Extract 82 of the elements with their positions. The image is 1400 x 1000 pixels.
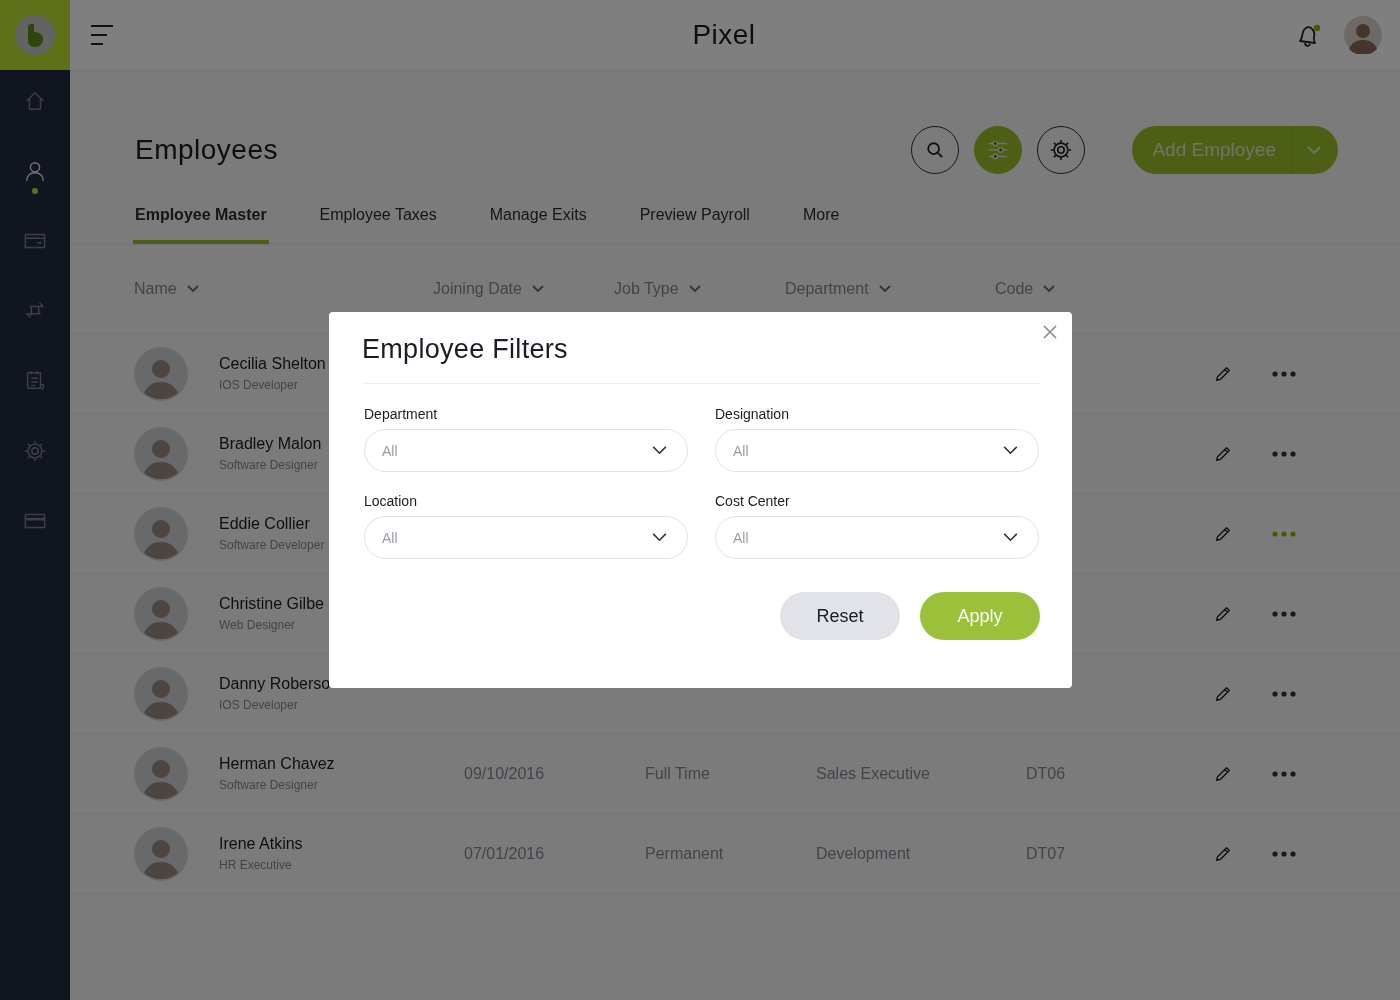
employee-name[interactable]: Bradley Malon — [219, 435, 322, 453]
tab[interactable]: Employee Master — [133, 206, 269, 244]
column-header[interactable]: Name — [134, 280, 433, 298]
column-header[interactable]: Department — [785, 280, 995, 298]
avatar — [134, 426, 188, 481]
employee-name[interactable]: Christine Gilbe — [219, 595, 324, 613]
filter-sliders-button[interactable] — [974, 126, 1023, 174]
sort-caret-icon — [531, 285, 544, 293]
chevron-down-icon — [1003, 446, 1018, 455]
chevron-down-icon — [652, 533, 667, 542]
employee-designation: Web Designer — [219, 618, 295, 632]
more-options-icon[interactable] — [1272, 370, 1296, 377]
field-label: Designation — [715, 406, 790, 422]
table-cell: Sales Executive — [816, 764, 930, 782]
more-options-icon[interactable] — [1272, 610, 1296, 617]
reset-button[interactable]: Reset — [780, 592, 900, 640]
avatar — [134, 506, 188, 561]
table-cell: 09/10/2016 — [464, 764, 545, 782]
caret-icon — [1307, 146, 1321, 154]
avatar — [134, 346, 188, 401]
more-options-icon[interactable] — [1272, 770, 1296, 777]
user-avatar[interactable] — [1344, 16, 1382, 54]
table-cell: DT07 — [1026, 844, 1066, 862]
employee-name[interactable]: Herman Chavez — [219, 755, 335, 773]
more-options-icon[interactable] — [1272, 850, 1296, 857]
close-icon[interactable] — [1043, 325, 1057, 339]
employee-designation: IOS Developer — [219, 698, 298, 712]
gear-icon — [24, 440, 46, 462]
edit-pencil-icon[interactable] — [1214, 764, 1232, 783]
table-cell: Permanent — [645, 844, 724, 862]
avatar — [134, 666, 188, 721]
edit-pencil-icon[interactable] — [1214, 524, 1232, 543]
more-options-icon[interactable] — [1272, 690, 1296, 697]
person-icon — [24, 160, 46, 182]
sort-caret-icon — [186, 285, 199, 293]
edit-pencil-icon[interactable] — [1214, 684, 1232, 703]
edit-pencil-icon[interactable] — [1214, 364, 1232, 383]
chevron-down-icon — [1003, 533, 1018, 542]
tab[interactable]: Employee Taxes — [317, 206, 439, 244]
field-label: Cost Center — [715, 493, 791, 509]
employee-name[interactable]: Eddie Collier — [219, 515, 310, 533]
home-icon — [24, 90, 46, 112]
field-label: Department — [364, 406, 439, 422]
table-cell: DT06 — [1026, 764, 1066, 782]
employee-designation: Software Developer — [219, 538, 325, 552]
avatar — [134, 746, 188, 801]
table-cell: Full Time — [645, 764, 710, 782]
column-header[interactable]: Joining Date — [433, 280, 614, 298]
edit-pencil-icon[interactable] — [1214, 444, 1232, 463]
employee-designation: IOS Developer — [219, 378, 298, 392]
avatar — [134, 826, 188, 881]
employee-name[interactable]: Danny Roberso — [219, 675, 331, 693]
column-header[interactable]: Job Type — [614, 280, 785, 298]
column-header[interactable]: Code — [995, 280, 1095, 298]
sort-caret-icon — [878, 285, 891, 293]
search-icon — [926, 141, 945, 159]
page-title: Employees — [135, 134, 279, 166]
employee-designation: HR Executive — [219, 858, 292, 872]
tab[interactable]: More — [800, 206, 842, 244]
tab[interactable]: Preview Payroll — [637, 206, 752, 244]
more-options-icon[interactable] — [1272, 450, 1296, 457]
chevron-down-icon — [652, 446, 667, 455]
employee-designation: Software Designer — [219, 778, 318, 792]
edit-pencil-icon[interactable] — [1214, 844, 1232, 863]
app-title: Pixel — [691, 19, 757, 51]
dialog-title: Employee Filters — [362, 334, 1040, 384]
edit-pencil-icon[interactable] — [1214, 604, 1232, 623]
table-cell: Development — [816, 844, 911, 862]
tab[interactable]: Manage Exits — [487, 206, 589, 244]
table-cell: 07/01/2016 — [464, 844, 545, 862]
gear-icon — [1050, 139, 1073, 161]
logo-icon — [15, 15, 55, 55]
menu-icon[interactable] — [90, 24, 114, 46]
avatar — [134, 586, 188, 641]
employee-name[interactable]: Irene Atkins — [219, 835, 303, 853]
field-label: Location — [364, 493, 418, 509]
clipboard-icon — [24, 370, 46, 392]
employee-designation: Software Designer — [219, 458, 318, 472]
employee-name[interactable]: Cecilia Shelton — [219, 355, 326, 373]
sort-caret-icon — [1043, 285, 1056, 293]
sort-caret-icon — [688, 285, 701, 293]
filter-sliders-icon — [987, 139, 1010, 161]
